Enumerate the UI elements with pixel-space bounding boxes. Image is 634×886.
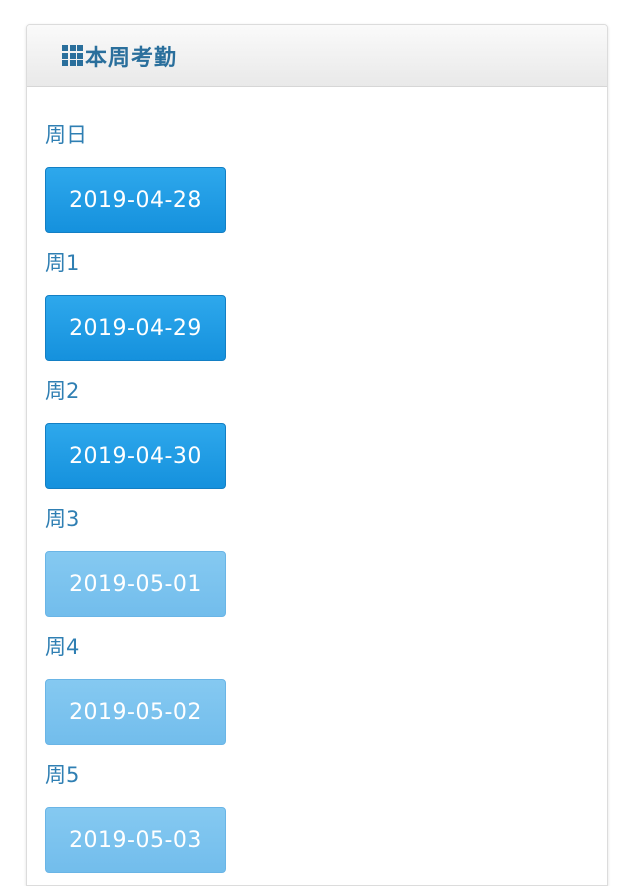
day-entry: 2019-04-29 xyxy=(45,295,226,361)
date-button[interactable]: 2019-05-03 xyxy=(45,807,226,873)
day-entry: 周5 xyxy=(45,763,79,787)
day-entry: 周日 xyxy=(45,123,87,147)
day-label: 周日 xyxy=(45,123,87,147)
day-entry: 周4 xyxy=(45,635,79,659)
day-entry: 2019-04-30 xyxy=(45,423,226,489)
day-entry: 周2 xyxy=(45,379,79,403)
date-button[interactable]: 2019-04-28 xyxy=(45,167,226,233)
date-button[interactable]: 2019-05-02 xyxy=(45,679,226,745)
date-button[interactable]: 2019-04-29 xyxy=(45,295,226,361)
panel-title: 本周考勤 xyxy=(85,45,178,71)
day-entry: 2019-05-03 xyxy=(45,807,226,873)
day-label: 周2 xyxy=(45,379,80,403)
day-entry: 周3 xyxy=(45,507,79,531)
date-button[interactable]: 2019-04-30 xyxy=(45,423,226,489)
attendance-panel: 本周考勤 周日 2019-04-28 周1 2019-04-29 周2 2019… xyxy=(26,24,608,886)
grid-icon xyxy=(62,45,83,66)
day-entry: 2019-05-01 xyxy=(45,551,226,617)
day-entry: 2019-05-02 xyxy=(45,679,226,745)
day-entry: 周1 xyxy=(45,251,79,275)
day-label: 周4 xyxy=(45,635,80,659)
panel-header: 本周考勤 xyxy=(27,25,607,87)
day-label: 周1 xyxy=(45,251,80,275)
day-label: 周5 xyxy=(45,763,80,787)
day-entry: 2019-04-28 xyxy=(45,167,226,233)
date-button[interactable]: 2019-05-01 xyxy=(45,551,226,617)
day-label: 周3 xyxy=(45,507,80,531)
